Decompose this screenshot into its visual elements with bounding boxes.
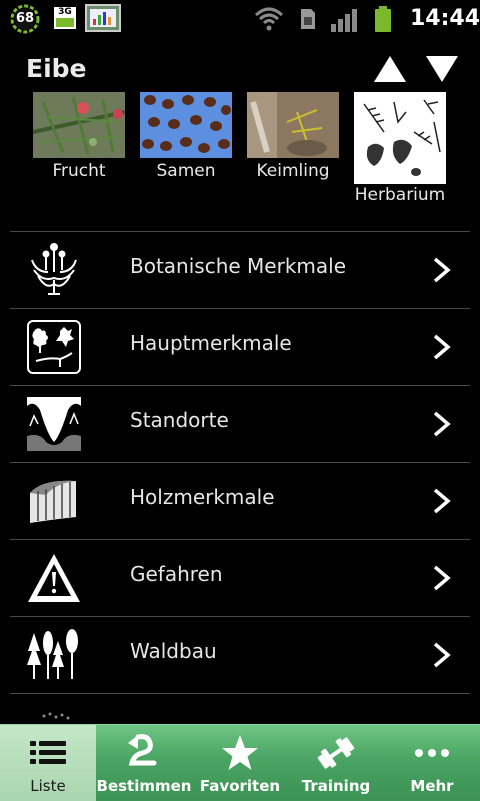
tab-label: Mehr xyxy=(410,777,454,795)
thumbnail-label-samen: Samen xyxy=(156,161,216,181)
list-item-hauptmerkmale[interactable]: Hauptmerkmale xyxy=(10,308,470,385)
tab-favoriten[interactable]: Favoriten xyxy=(192,725,288,801)
flower-diagram-icon xyxy=(31,243,77,295)
herbarium-sketch-icon xyxy=(363,99,441,176)
sim-card-icon xyxy=(301,9,315,29)
tab-label: Training xyxy=(301,777,371,795)
thumbnail-label-frucht: Frucht xyxy=(52,161,106,181)
tab-label: Favoriten xyxy=(199,777,281,795)
list-item-label: Standorte xyxy=(130,408,229,432)
leaves-icon xyxy=(27,320,81,374)
tab-label: Bestimmen xyxy=(96,777,192,795)
list-item-standorte[interactable]: Standorte xyxy=(10,385,470,462)
chevron-right-icon xyxy=(433,488,451,514)
battery-icon xyxy=(375,6,391,32)
thumbnail-herbarium-selected[interactable] xyxy=(354,92,446,184)
warning-icon xyxy=(28,554,80,602)
tab-mehr[interactable]: Mehr xyxy=(384,725,480,801)
signal-strength-icon xyxy=(331,9,357,32)
thumbnail-label-keimling: Keimling xyxy=(256,161,330,181)
clock: 14:44 xyxy=(410,6,480,31)
list-item-label: Waldbau xyxy=(130,639,217,663)
list-item-partial[interactable] xyxy=(10,693,470,725)
partial-row-icon xyxy=(42,712,70,720)
previous-arrow-icon[interactable] xyxy=(372,54,408,84)
list-item-botanische-merkmale[interactable]: Botanische Merkmale xyxy=(10,231,470,308)
dumbbell-icon xyxy=(317,737,355,769)
list-item-label: Gefahren xyxy=(130,562,223,586)
chevron-right-icon xyxy=(433,411,451,437)
status-bar: 68 3G 14:44 xyxy=(0,0,480,38)
wifi-icon xyxy=(254,7,284,31)
tab-training[interactable]: Training xyxy=(288,725,384,801)
thumbnail-frucht[interactable] xyxy=(33,92,125,158)
list-item-holzmerkmale[interactable]: Holzmerkmale xyxy=(10,462,470,539)
battery-percent-text: 68 xyxy=(15,11,35,26)
thumbnail-label-herbarium: Herbarium xyxy=(354,185,446,205)
chevron-right-icon xyxy=(433,334,451,360)
network-3g-icon: 3G xyxy=(54,7,76,29)
network-type-text: 3G xyxy=(58,7,72,17)
trees-icon xyxy=(27,629,78,679)
more-icon xyxy=(415,749,449,757)
thumbnail-samen[interactable] xyxy=(140,92,232,158)
star-icon xyxy=(222,735,258,770)
chevron-right-icon xyxy=(433,642,451,668)
list-item-waldbau[interactable]: Waldbau xyxy=(10,616,470,693)
list-icon xyxy=(30,741,66,764)
thumbnail-keimling[interactable] xyxy=(247,92,339,158)
network-3g-bar xyxy=(56,18,74,27)
chart-app-icon xyxy=(85,4,121,32)
list-item-label: Hauptmerkmale xyxy=(130,331,292,355)
next-arrow-icon[interactable] xyxy=(424,54,460,84)
list-item-gefahren[interactable]: Gefahren xyxy=(10,539,470,616)
tab-liste[interactable]: Liste xyxy=(0,725,96,801)
list-item-label: Holzmerkmale xyxy=(130,485,275,509)
tab-bestimmen[interactable]: Bestimmen xyxy=(96,725,192,801)
page-title: Eibe xyxy=(26,54,87,83)
bottom-tab-bar: Liste Bestimmen Favoriten Training Mehr xyxy=(0,724,480,801)
tab-label: Liste xyxy=(30,777,66,795)
wood-log-icon xyxy=(30,480,76,523)
chevron-right-icon xyxy=(433,565,451,591)
chevron-right-icon xyxy=(433,257,451,283)
terrain-icon xyxy=(27,397,81,451)
list-item-label: Botanische Merkmale xyxy=(130,254,347,278)
identify-icon xyxy=(128,734,157,766)
